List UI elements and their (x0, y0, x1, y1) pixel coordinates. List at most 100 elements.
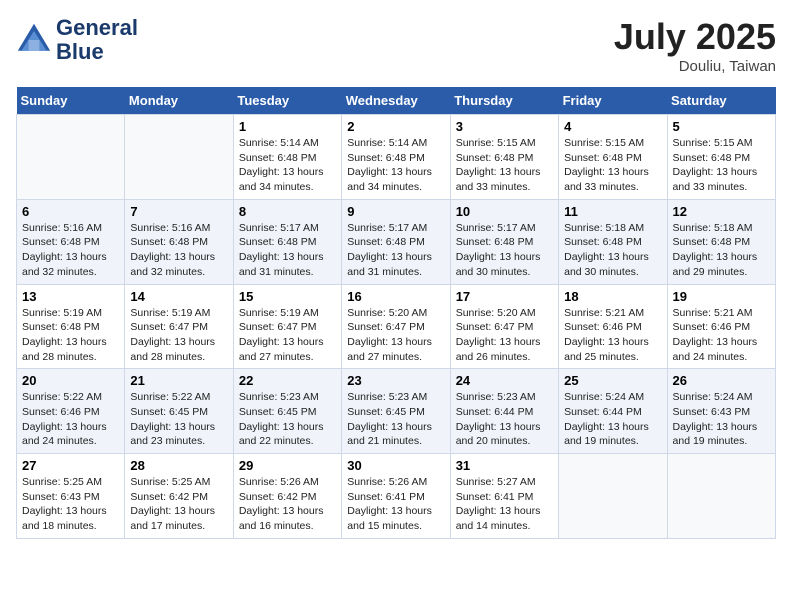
calendar-cell: 12Sunrise: 5:18 AMSunset: 6:48 PMDayligh… (667, 199, 775, 284)
day-info: Sunrise: 5:24 AMSunset: 6:43 PMDaylight:… (673, 390, 770, 449)
calendar-cell: 7 Sunrise: 5:16 AMSunset: 6:48 PMDaylight… (125, 199, 233, 284)
calendar-cell: 16 Sunrise: 5:20 AMSunset: 6:47 PMDayligh… (342, 284, 450, 369)
title-block: July 2025 Douliu, Taiwan (614, 16, 776, 75)
day-number: 6 (22, 204, 119, 219)
calendar-cell: 5 Sunrise: 5:15 AMSunset: 6:48 PMDaylight… (667, 115, 775, 200)
day-number: 25 (564, 373, 661, 388)
logo-line1: General (56, 16, 138, 40)
day-info: Sunrise: 5:25 AMSunset: 6:43 PMDaylight:… (22, 475, 119, 534)
day-info: Sunrise: 5:24 AMSunset: 6:44 PMDaylight:… (564, 390, 661, 449)
day-info: Sunrise: 5:15 AMSunset: 6:48 PMDaylight:… (564, 136, 661, 195)
day-info: Sunrise: 5:25 AMSunset: 6:42 PMDaylight:… (130, 475, 227, 534)
day-number: 24 (456, 373, 553, 388)
day-number: 21 (130, 373, 227, 388)
day-number: 28 (130, 458, 227, 473)
day-info: Sunrise: 5:16 AMSunset: 6:48 PMDaylight:… (22, 221, 119, 280)
calendar-cell (17, 115, 125, 200)
day-number: 15 (239, 289, 336, 304)
day-info: Sunrise: 5:22 AMSunset: 6:46 PMDaylight:… (22, 390, 119, 449)
week-row-5: 27 Sunrise: 5:25 AMSunset: 6:43 PMDayligh… (17, 454, 776, 539)
calendar-cell (667, 454, 775, 539)
weekday-header-wednesday: Wednesday (342, 87, 450, 115)
weekday-header-tuesday: Tuesday (233, 87, 341, 115)
calendar-cell: 2 Sunrise: 5:14 AMSunset: 6:48 PMDaylight… (342, 115, 450, 200)
day-info: Sunrise: 5:21 AMSunset: 6:46 PMDaylight:… (564, 306, 661, 365)
logo-icon (16, 22, 52, 58)
calendar-cell: 21 Sunrise: 5:22 AMSunset: 6:45 PMDayligh… (125, 369, 233, 454)
location: Douliu, Taiwan (614, 58, 776, 75)
day-info: Sunrise: 5:16 AMSunset: 6:48 PMDaylight:… (130, 221, 227, 280)
weekday-header-monday: Monday (125, 87, 233, 115)
day-number: 4 (564, 119, 661, 134)
day-info: Sunrise: 5:26 AMSunset: 6:42 PMDaylight:… (239, 475, 336, 534)
day-info: Sunrise: 5:19 AMSunset: 6:47 PMDaylight:… (239, 306, 336, 365)
day-info: Sunrise: 5:14 AMSunset: 6:48 PMDaylight:… (347, 136, 444, 195)
day-number: 29 (239, 458, 336, 473)
day-info: Sunrise: 5:21 AMSunset: 6:46 PMDaylight:… (673, 306, 770, 365)
day-info: Sunrise: 5:19 AMSunset: 6:47 PMDaylight:… (130, 306, 227, 365)
day-info: Sunrise: 5:15 AMSunset: 6:48 PMDaylight:… (673, 136, 770, 195)
day-number: 11 (564, 204, 661, 219)
day-info: Sunrise: 5:26 AMSunset: 6:41 PMDaylight:… (347, 475, 444, 534)
calendar-cell: 20Sunrise: 5:22 AMSunset: 6:46 PMDayligh… (17, 369, 125, 454)
day-number: 12 (673, 204, 770, 219)
day-number: 26 (673, 373, 770, 388)
week-row-4: 20Sunrise: 5:22 AMSunset: 6:46 PMDayligh… (17, 369, 776, 454)
day-info: Sunrise: 5:23 AMSunset: 6:45 PMDaylight:… (347, 390, 444, 449)
calendar-cell: 13Sunrise: 5:19 AMSunset: 6:48 PMDayligh… (17, 284, 125, 369)
day-info: Sunrise: 5:17 AMSunset: 6:48 PMDaylight:… (347, 221, 444, 280)
day-number: 22 (239, 373, 336, 388)
day-number: 2 (347, 119, 444, 134)
logo: General Blue (16, 16, 138, 64)
month-title: July 2025 (614, 16, 776, 58)
calendar-cell: 29 Sunrise: 5:26 AMSunset: 6:42 PMDayligh… (233, 454, 341, 539)
calendar-cell (125, 115, 233, 200)
day-number: 16 (347, 289, 444, 304)
calendar-cell: 28 Sunrise: 5:25 AMSunset: 6:42 PMDayligh… (125, 454, 233, 539)
day-info: Sunrise: 5:20 AMSunset: 6:47 PMDaylight:… (456, 306, 553, 365)
day-number: 19 (673, 289, 770, 304)
calendar-cell: 30Sunrise: 5:26 AMSunset: 6:41 PMDayligh… (342, 454, 450, 539)
calendar-cell: 15 Sunrise: 5:19 AMSunset: 6:47 PMDayligh… (233, 284, 341, 369)
day-number: 27 (22, 458, 119, 473)
calendar-cell: 27 Sunrise: 5:25 AMSunset: 6:43 PMDayligh… (17, 454, 125, 539)
day-info: Sunrise: 5:22 AMSunset: 6:45 PMDaylight:… (130, 390, 227, 449)
day-number: 1 (239, 119, 336, 134)
day-info: Sunrise: 5:15 AMSunset: 6:48 PMDaylight:… (456, 136, 553, 195)
weekday-header-saturday: Saturday (667, 87, 775, 115)
week-row-1: 1 Sunrise: 5:14 AMSunset: 6:48 PMDaylight… (17, 115, 776, 200)
calendar-cell: 11 Sunrise: 5:18 AMSunset: 6:48 PMDayligh… (559, 199, 667, 284)
day-info: Sunrise: 5:20 AMSunset: 6:47 PMDaylight:… (347, 306, 444, 365)
day-info: Sunrise: 5:23 AMSunset: 6:44 PMDaylight:… (456, 390, 553, 449)
calendar-cell: 23 Sunrise: 5:23 AMSunset: 6:45 PMDayligh… (342, 369, 450, 454)
day-number: 8 (239, 204, 336, 219)
calendar-cell: 8 Sunrise: 5:17 AMSunset: 6:48 PMDaylight… (233, 199, 341, 284)
calendar-cell: 26 Sunrise: 5:24 AMSunset: 6:43 PMDayligh… (667, 369, 775, 454)
calendar-cell: 10Sunrise: 5:17 AMSunset: 6:48 PMDayligh… (450, 199, 558, 284)
calendar-cell: 4 Sunrise: 5:15 AMSunset: 6:48 PMDaylight… (559, 115, 667, 200)
week-row-2: 6 Sunrise: 5:16 AMSunset: 6:48 PMDaylight… (17, 199, 776, 284)
calendar-cell: 18Sunrise: 5:21 AMSunset: 6:46 PMDayligh… (559, 284, 667, 369)
calendar-header: SundayMondayTuesdayWednesdayThursdayFrid… (17, 87, 776, 115)
day-info: Sunrise: 5:27 AMSunset: 6:41 PMDaylight:… (456, 475, 553, 534)
day-number: 3 (456, 119, 553, 134)
calendar-cell (559, 454, 667, 539)
weekday-header-friday: Friday (559, 87, 667, 115)
day-info: Sunrise: 5:17 AMSunset: 6:48 PMDaylight:… (239, 221, 336, 280)
calendar-cell: 19 Sunrise: 5:21 AMSunset: 6:46 PMDayligh… (667, 284, 775, 369)
page-header: General Blue July 2025 Douliu, Taiwan (16, 16, 776, 75)
day-number: 5 (673, 119, 770, 134)
day-info: Sunrise: 5:14 AMSunset: 6:48 PMDaylight:… (239, 136, 336, 195)
day-number: 23 (347, 373, 444, 388)
day-number: 9 (347, 204, 444, 219)
calendar-cell: 14Sunrise: 5:19 AMSunset: 6:47 PMDayligh… (125, 284, 233, 369)
day-info: Sunrise: 5:19 AMSunset: 6:48 PMDaylight:… (22, 306, 119, 365)
week-row-3: 13Sunrise: 5:19 AMSunset: 6:48 PMDayligh… (17, 284, 776, 369)
calendar-body: 1 Sunrise: 5:14 AMSunset: 6:48 PMDaylight… (17, 115, 776, 539)
weekday-header-thursday: Thursday (450, 87, 558, 115)
day-number: 7 (130, 204, 227, 219)
calendar-cell: 24 Sunrise: 5:23 AMSunset: 6:44 PMDayligh… (450, 369, 558, 454)
day-info: Sunrise: 5:17 AMSunset: 6:48 PMDaylight:… (456, 221, 553, 280)
day-info: Sunrise: 5:18 AMSunset: 6:48 PMDaylight:… (564, 221, 661, 280)
calendar-cell: 17Sunrise: 5:20 AMSunset: 6:47 PMDayligh… (450, 284, 558, 369)
